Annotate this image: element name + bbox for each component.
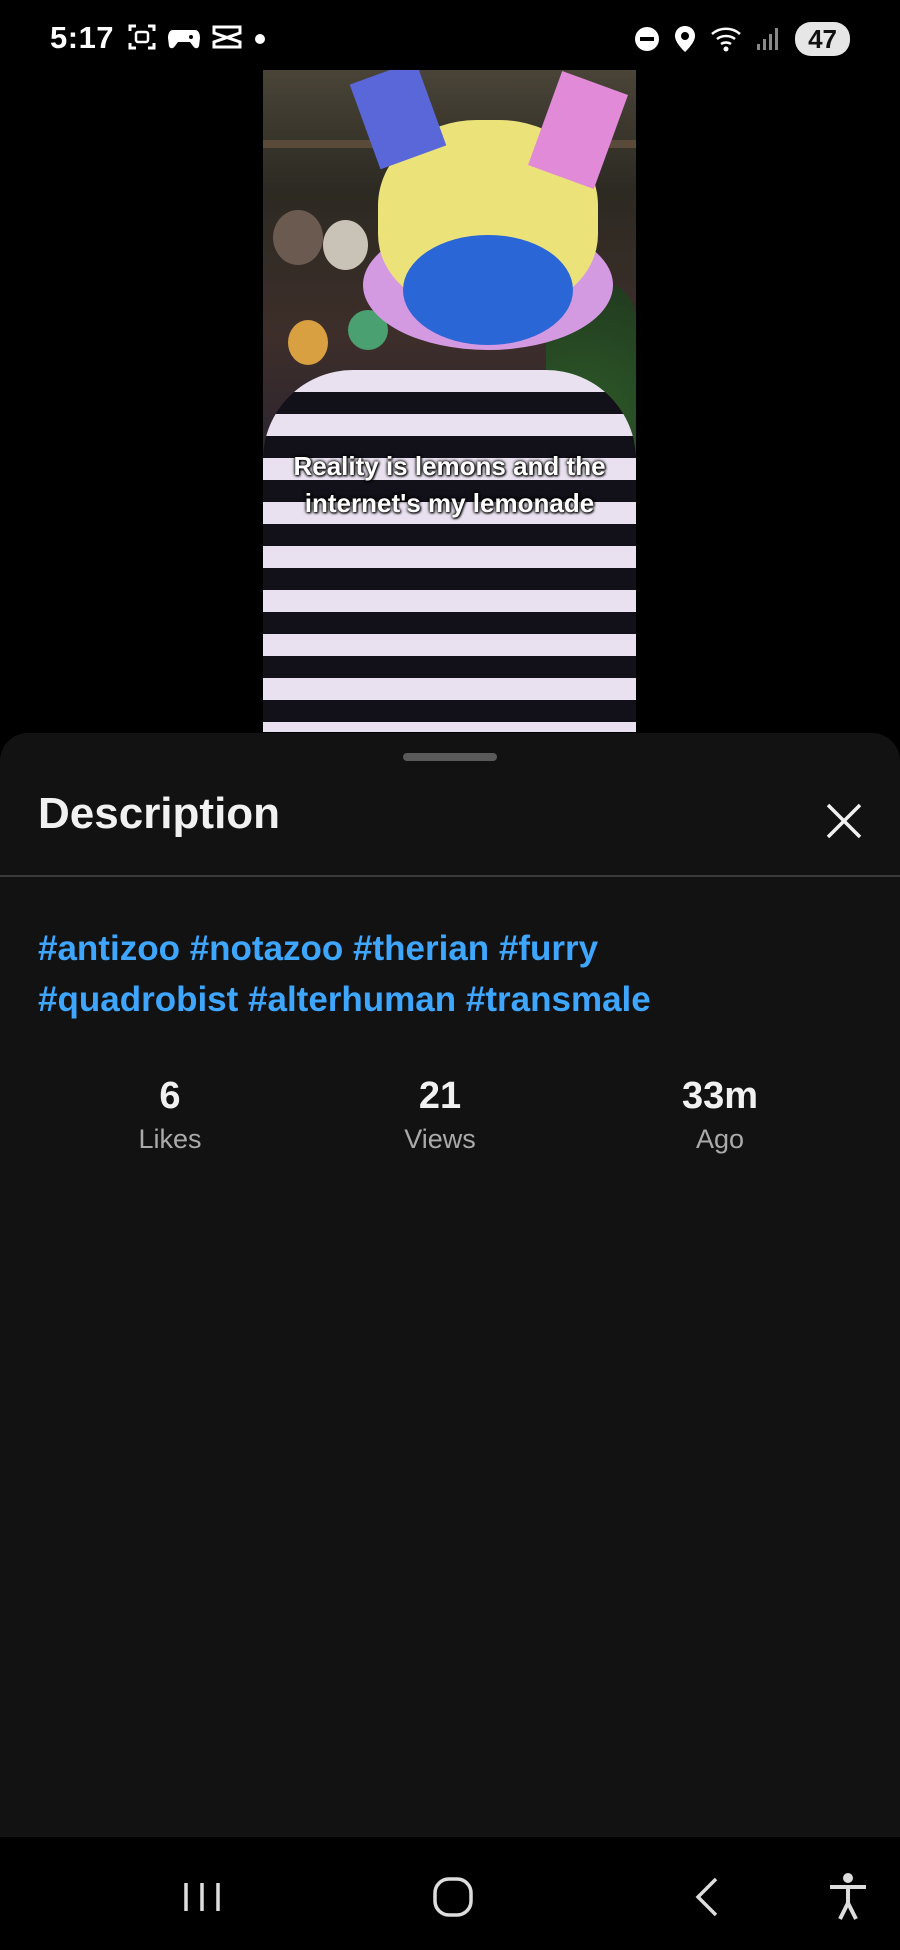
stat-value: 21 xyxy=(418,1075,462,1117)
stat-likes: 6 Likes xyxy=(50,1073,290,1159)
description-sheet: Description #antizoo #notazoo #therian #… xyxy=(0,733,900,1837)
hashtag-link[interactable]: #antizoo xyxy=(38,929,180,968)
video-caption-line: internet's my lemonade xyxy=(304,488,595,518)
hashtag-row: #quadrobist #alterhuman #transmale xyxy=(38,974,868,1025)
game-controller-icon xyxy=(168,30,200,49)
hashtag-link[interactable]: #notazoo xyxy=(190,929,344,968)
stat-label: Views xyxy=(404,1124,476,1154)
video-plush-toy xyxy=(273,210,323,265)
divider xyxy=(0,875,900,877)
home-icon[interactable] xyxy=(423,1867,483,1927)
video-caption-line: Reality is lemons and the xyxy=(293,451,606,481)
hashtag-link[interactable]: #furry xyxy=(499,929,598,968)
hashtag-row: #antizoo #notazoo #therian #furry xyxy=(38,923,868,974)
video-plush-toy xyxy=(288,320,328,365)
status-right-icons: 47 xyxy=(633,22,850,56)
status-left-icons xyxy=(127,22,267,52)
notification-dot-icon xyxy=(255,34,265,44)
hashtag-link[interactable]: #therian xyxy=(353,929,489,968)
hashtag-link[interactable]: #transmale xyxy=(466,980,651,1019)
stat-label: Likes xyxy=(138,1124,202,1154)
accessibility-icon[interactable] xyxy=(818,1867,878,1927)
close-icon[interactable] xyxy=(820,797,868,845)
capcut-icon xyxy=(212,25,242,49)
stat-value: 33m xyxy=(681,1075,759,1117)
status-time: 5:17 xyxy=(50,20,115,55)
hashtag-link[interactable]: #alterhuman xyxy=(248,980,456,1019)
video-player[interactable]: Reality is lemons and the internet's my … xyxy=(263,70,636,732)
hashtags: #antizoo #notazoo #therian #furry #quadr… xyxy=(38,923,868,1025)
battery-indicator: 47 xyxy=(795,22,850,56)
do-not-disturb-icon xyxy=(635,27,660,51)
sheet-title: Description xyxy=(38,789,281,838)
drag-handle[interactable] xyxy=(403,753,497,761)
screenshot-icon xyxy=(128,24,156,50)
video-mask-snout xyxy=(403,235,573,345)
location-icon xyxy=(675,26,696,52)
navigation-bar xyxy=(0,1837,900,1950)
video-caption: Reality is lemons and the internet's my … xyxy=(263,448,636,522)
video-striped-sweater xyxy=(263,370,636,732)
stat-age: 33m Ago xyxy=(600,1073,840,1159)
video-plush-toy xyxy=(323,220,368,270)
recent-apps-icon[interactable] xyxy=(172,1867,232,1927)
wifi-icon xyxy=(711,27,741,52)
stat-views: 21 Views xyxy=(320,1073,560,1159)
back-icon[interactable] xyxy=(678,1867,738,1927)
stat-value: 6 xyxy=(159,1075,181,1117)
signal-icon xyxy=(757,28,779,50)
hashtag-link[interactable]: #quadrobist xyxy=(38,980,238,1019)
stat-label: Ago xyxy=(695,1124,745,1154)
